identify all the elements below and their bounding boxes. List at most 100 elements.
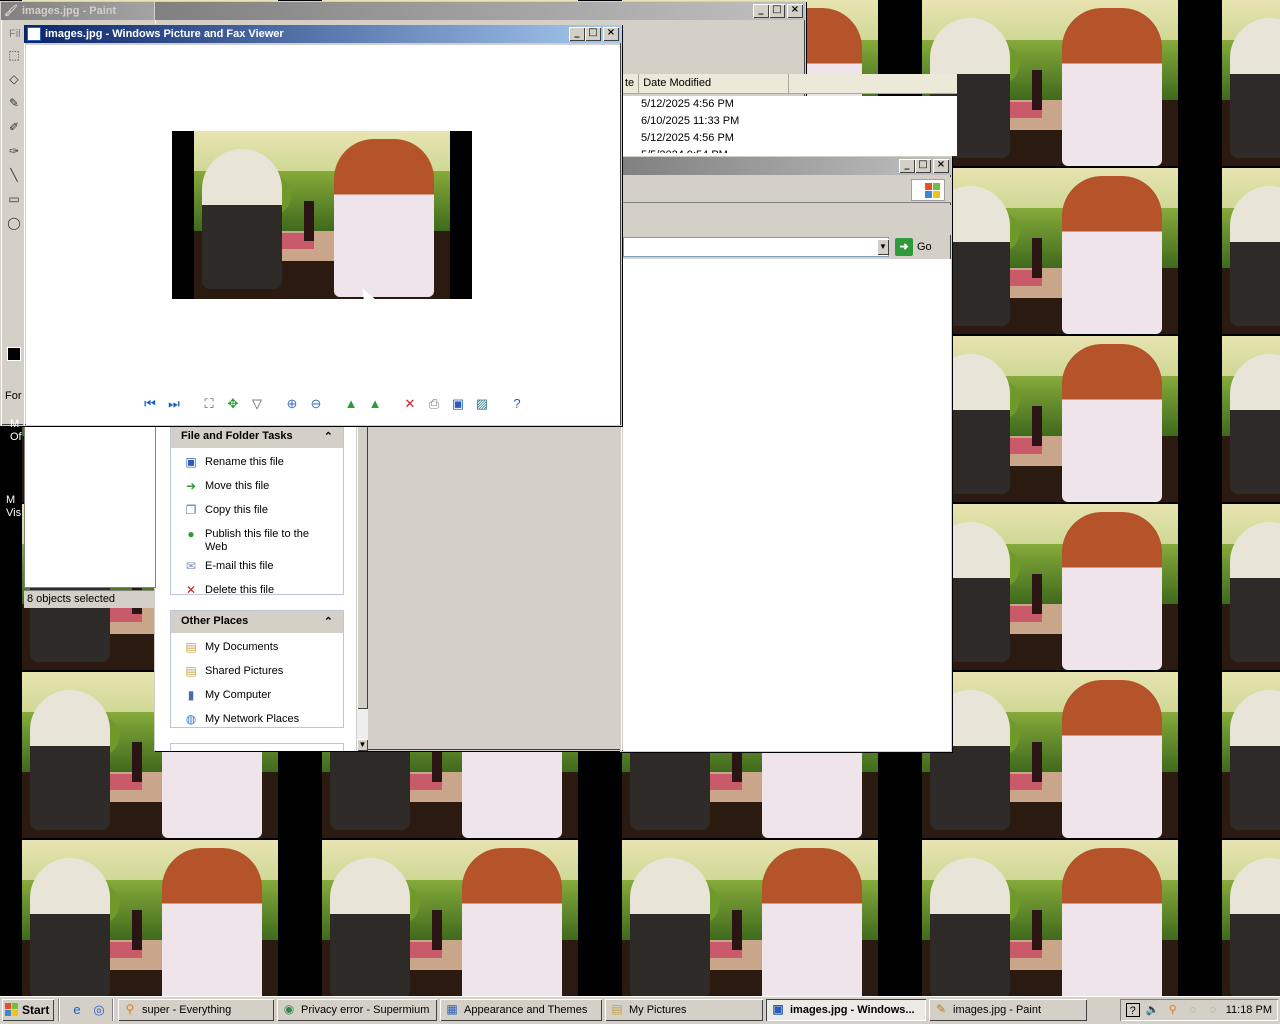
task-picture-viewer[interactable]: ▣ images.jpg - Windows... bbox=[766, 999, 926, 1021]
wallpaper-tile bbox=[922, 504, 1178, 670]
picture-viewer-window[interactable]: images.jpg - Windows Picture and Fax Vie… bbox=[23, 24, 622, 426]
task-email-file[interactable]: ✉ E-mail this file bbox=[171, 558, 343, 578]
edit-icon[interactable]: ▨ bbox=[472, 394, 492, 414]
desktop-icon-label-2[interactable]: M Vis bbox=[6, 494, 21, 520]
viewer-icon bbox=[27, 27, 41, 41]
place-my-computer[interactable]: ▮ My Computer bbox=[171, 687, 343, 707]
details-header: te Date Modified bbox=[621, 74, 957, 94]
list-item[interactable]: 5/12/2025 4:56 PM bbox=[621, 96, 957, 113]
clock[interactable]: 11:18 PM bbox=[1226, 1004, 1272, 1016]
minimize-button[interactable]: _ bbox=[753, 4, 769, 18]
foreground-color[interactable] bbox=[7, 347, 21, 361]
viewer-canvas[interactable]: ⏮ ⏭ ⛶ ✥ ▽ ⊕ ⊖ ▲ ▲ ✕ ⎙ ▣ ▨ ? bbox=[26, 45, 620, 425]
delete-icon[interactable]: ✕ bbox=[400, 394, 420, 414]
image-artwork bbox=[194, 131, 450, 299]
place-my-documents[interactable]: ▤ My Documents bbox=[171, 639, 343, 659]
actual-size-icon[interactable]: ✥ bbox=[223, 394, 243, 414]
zoom-out-icon[interactable]: ⊖ bbox=[306, 394, 326, 414]
help-tray-icon[interactable]: ? bbox=[1125, 1003, 1140, 1017]
maximize-button[interactable]: □ bbox=[915, 159, 931, 173]
help-icon[interactable]: ? bbox=[507, 394, 527, 414]
details-box bbox=[170, 743, 344, 751]
minimize-button[interactable]: _ bbox=[899, 159, 915, 173]
task-appearance-themes[interactable]: ▦ Appearance and Themes bbox=[440, 999, 602, 1021]
volume-icon[interactable]: 🔈 bbox=[1146, 1003, 1160, 1017]
task-privacy-error[interactable]: ◉ Privacy error - Supermium bbox=[277, 999, 437, 1021]
address-dropdown-button[interactable]: ▼ bbox=[877, 239, 889, 255]
sync-tray-icon[interactable]: ◌ bbox=[1206, 1003, 1220, 1017]
folder-content-area[interactable] bbox=[623, 259, 951, 751]
task-publish-file[interactable]: ● Publish this file to the Web bbox=[171, 526, 343, 556]
toolbar-separator bbox=[392, 395, 393, 413]
ellipse-tool-icon[interactable]: ◯ bbox=[5, 216, 23, 236]
close-button[interactable]: × bbox=[933, 159, 949, 173]
viewer-titlebar[interactable]: images.jpg - Windows Picture and Fax Vie… bbox=[24, 25, 621, 43]
folder-tree-pane bbox=[24, 426, 156, 588]
close-button[interactable]: × bbox=[787, 4, 803, 18]
my-pictures-window[interactable]: _ □ × ▼ ➜ Go bbox=[620, 156, 952, 752]
file-list: 5/12/2025 4:56 PM 6/10/2025 11:33 PM 5/1… bbox=[621, 96, 957, 156]
folder-icon: ▤ bbox=[611, 1002, 623, 1016]
brush-tool-icon[interactable]: ✐ bbox=[5, 120, 23, 140]
toolbar-separator bbox=[333, 395, 334, 413]
network-tray-icon[interactable]: ◌ bbox=[1186, 1003, 1200, 1017]
scrollbar-thumb[interactable] bbox=[357, 425, 368, 709]
task-copy-file[interactable]: ❐ Copy this file bbox=[171, 502, 343, 522]
other-places-header[interactable]: Other Places ⌃ bbox=[171, 611, 343, 633]
desktop-icon-label-1[interactable]: M Of bbox=[10, 418, 22, 444]
place-my-network-places[interactable]: ◍ My Network Places bbox=[171, 711, 343, 731]
browser-quicklaunch-icon[interactable]: ◎ bbox=[90, 1001, 108, 1019]
task-paint[interactable]: ✎ images.jpg - Paint bbox=[929, 999, 1087, 1021]
rectangle-tool-icon[interactable]: ▭ bbox=[5, 192, 23, 212]
taskbar-separator bbox=[58, 999, 60, 1021]
list-item[interactable]: 5/5/2024 9:54 PM bbox=[621, 147, 957, 153]
minimize-button[interactable]: _ bbox=[569, 27, 585, 41]
pencil-tool-icon[interactable]: ✎ bbox=[5, 96, 23, 116]
collapse-icon[interactable]: ⌃ bbox=[324, 615, 333, 629]
maximize-button[interactable]: □ bbox=[585, 27, 601, 41]
close-button[interactable]: × bbox=[603, 27, 619, 41]
task-move-file[interactable]: ➜ Move this file bbox=[171, 478, 343, 498]
scroll-down-button[interactable]: ▼ bbox=[357, 739, 368, 751]
rotate-clockwise-icon[interactable]: ▲ bbox=[341, 394, 361, 414]
place-shared-pictures[interactable]: ▤ Shared Pictures bbox=[171, 663, 343, 683]
explorer-titlebar[interactable]: _ □ × bbox=[155, 2, 805, 20]
maximize-button[interactable]: □ bbox=[769, 4, 785, 18]
format-label: For bbox=[5, 390, 22, 402]
displayed-image[interactable] bbox=[172, 131, 472, 299]
slideshow-icon[interactable]: ▽ bbox=[247, 394, 267, 414]
eraser-tool-icon[interactable]: ◇ bbox=[5, 72, 23, 92]
folder-icon: ▤ bbox=[185, 664, 197, 678]
system-tray: ? 🔈 ⚲ ◌ ◌ 11:18 PM bbox=[1120, 999, 1278, 1021]
line-tool-icon[interactable]: ╲ bbox=[5, 168, 23, 188]
list-item[interactable]: 6/10/2025 11:33 PM bbox=[621, 113, 957, 130]
previous-image-icon[interactable]: ⏮ bbox=[140, 394, 160, 414]
rotate-counterclockwise-icon[interactable]: ▲ bbox=[365, 394, 385, 414]
collapse-icon[interactable]: ⌃ bbox=[324, 430, 333, 444]
go-button[interactable]: ➜ Go bbox=[895, 237, 945, 257]
list-item[interactable]: 5/12/2025 4:56 PM bbox=[621, 130, 957, 147]
zoom-in-icon[interactable]: ⊕ bbox=[282, 394, 302, 414]
paint-icon: 🖌 bbox=[4, 5, 18, 17]
search-tray-icon[interactable]: ⚲ bbox=[1166, 1003, 1180, 1017]
task-pane-scrollbar[interactable]: ▼ bbox=[356, 425, 368, 751]
column-date-modified[interactable]: Date Modified bbox=[639, 74, 790, 93]
select-tool-icon[interactable]: ⬚ bbox=[5, 48, 23, 68]
airbrush-tool-icon[interactable]: ✑ bbox=[5, 144, 23, 164]
paint-menu-file[interactable]: Fil bbox=[9, 28, 21, 40]
ie-quicklaunch-icon[interactable]: e bbox=[68, 1001, 86, 1019]
file-folder-tasks-header[interactable]: File and Folder Tasks ⌃ bbox=[171, 426, 343, 448]
task-super-everything[interactable]: ⚲ super - Everything bbox=[118, 999, 274, 1021]
save-icon[interactable]: ▣ bbox=[448, 394, 468, 414]
my-pictures-titlebar[interactable]: _ □ × bbox=[621, 157, 951, 175]
address-field[interactable] bbox=[623, 237, 889, 257]
next-image-icon[interactable]: ⏭ bbox=[164, 394, 184, 414]
task-rename-file[interactable]: ▣ Rename this file bbox=[171, 454, 343, 474]
folder-icon: ▤ bbox=[185, 640, 197, 654]
task-my-pictures[interactable]: ▤ My Pictures bbox=[605, 999, 763, 1021]
best-fit-icon[interactable]: ⛶ bbox=[199, 394, 219, 414]
task-delete-file[interactable]: ✕ Delete this file bbox=[171, 582, 343, 602]
column-type[interactable]: te bbox=[621, 74, 640, 93]
start-button[interactable]: Start bbox=[2, 999, 54, 1021]
print-icon[interactable]: ⎙ bbox=[424, 394, 444, 414]
